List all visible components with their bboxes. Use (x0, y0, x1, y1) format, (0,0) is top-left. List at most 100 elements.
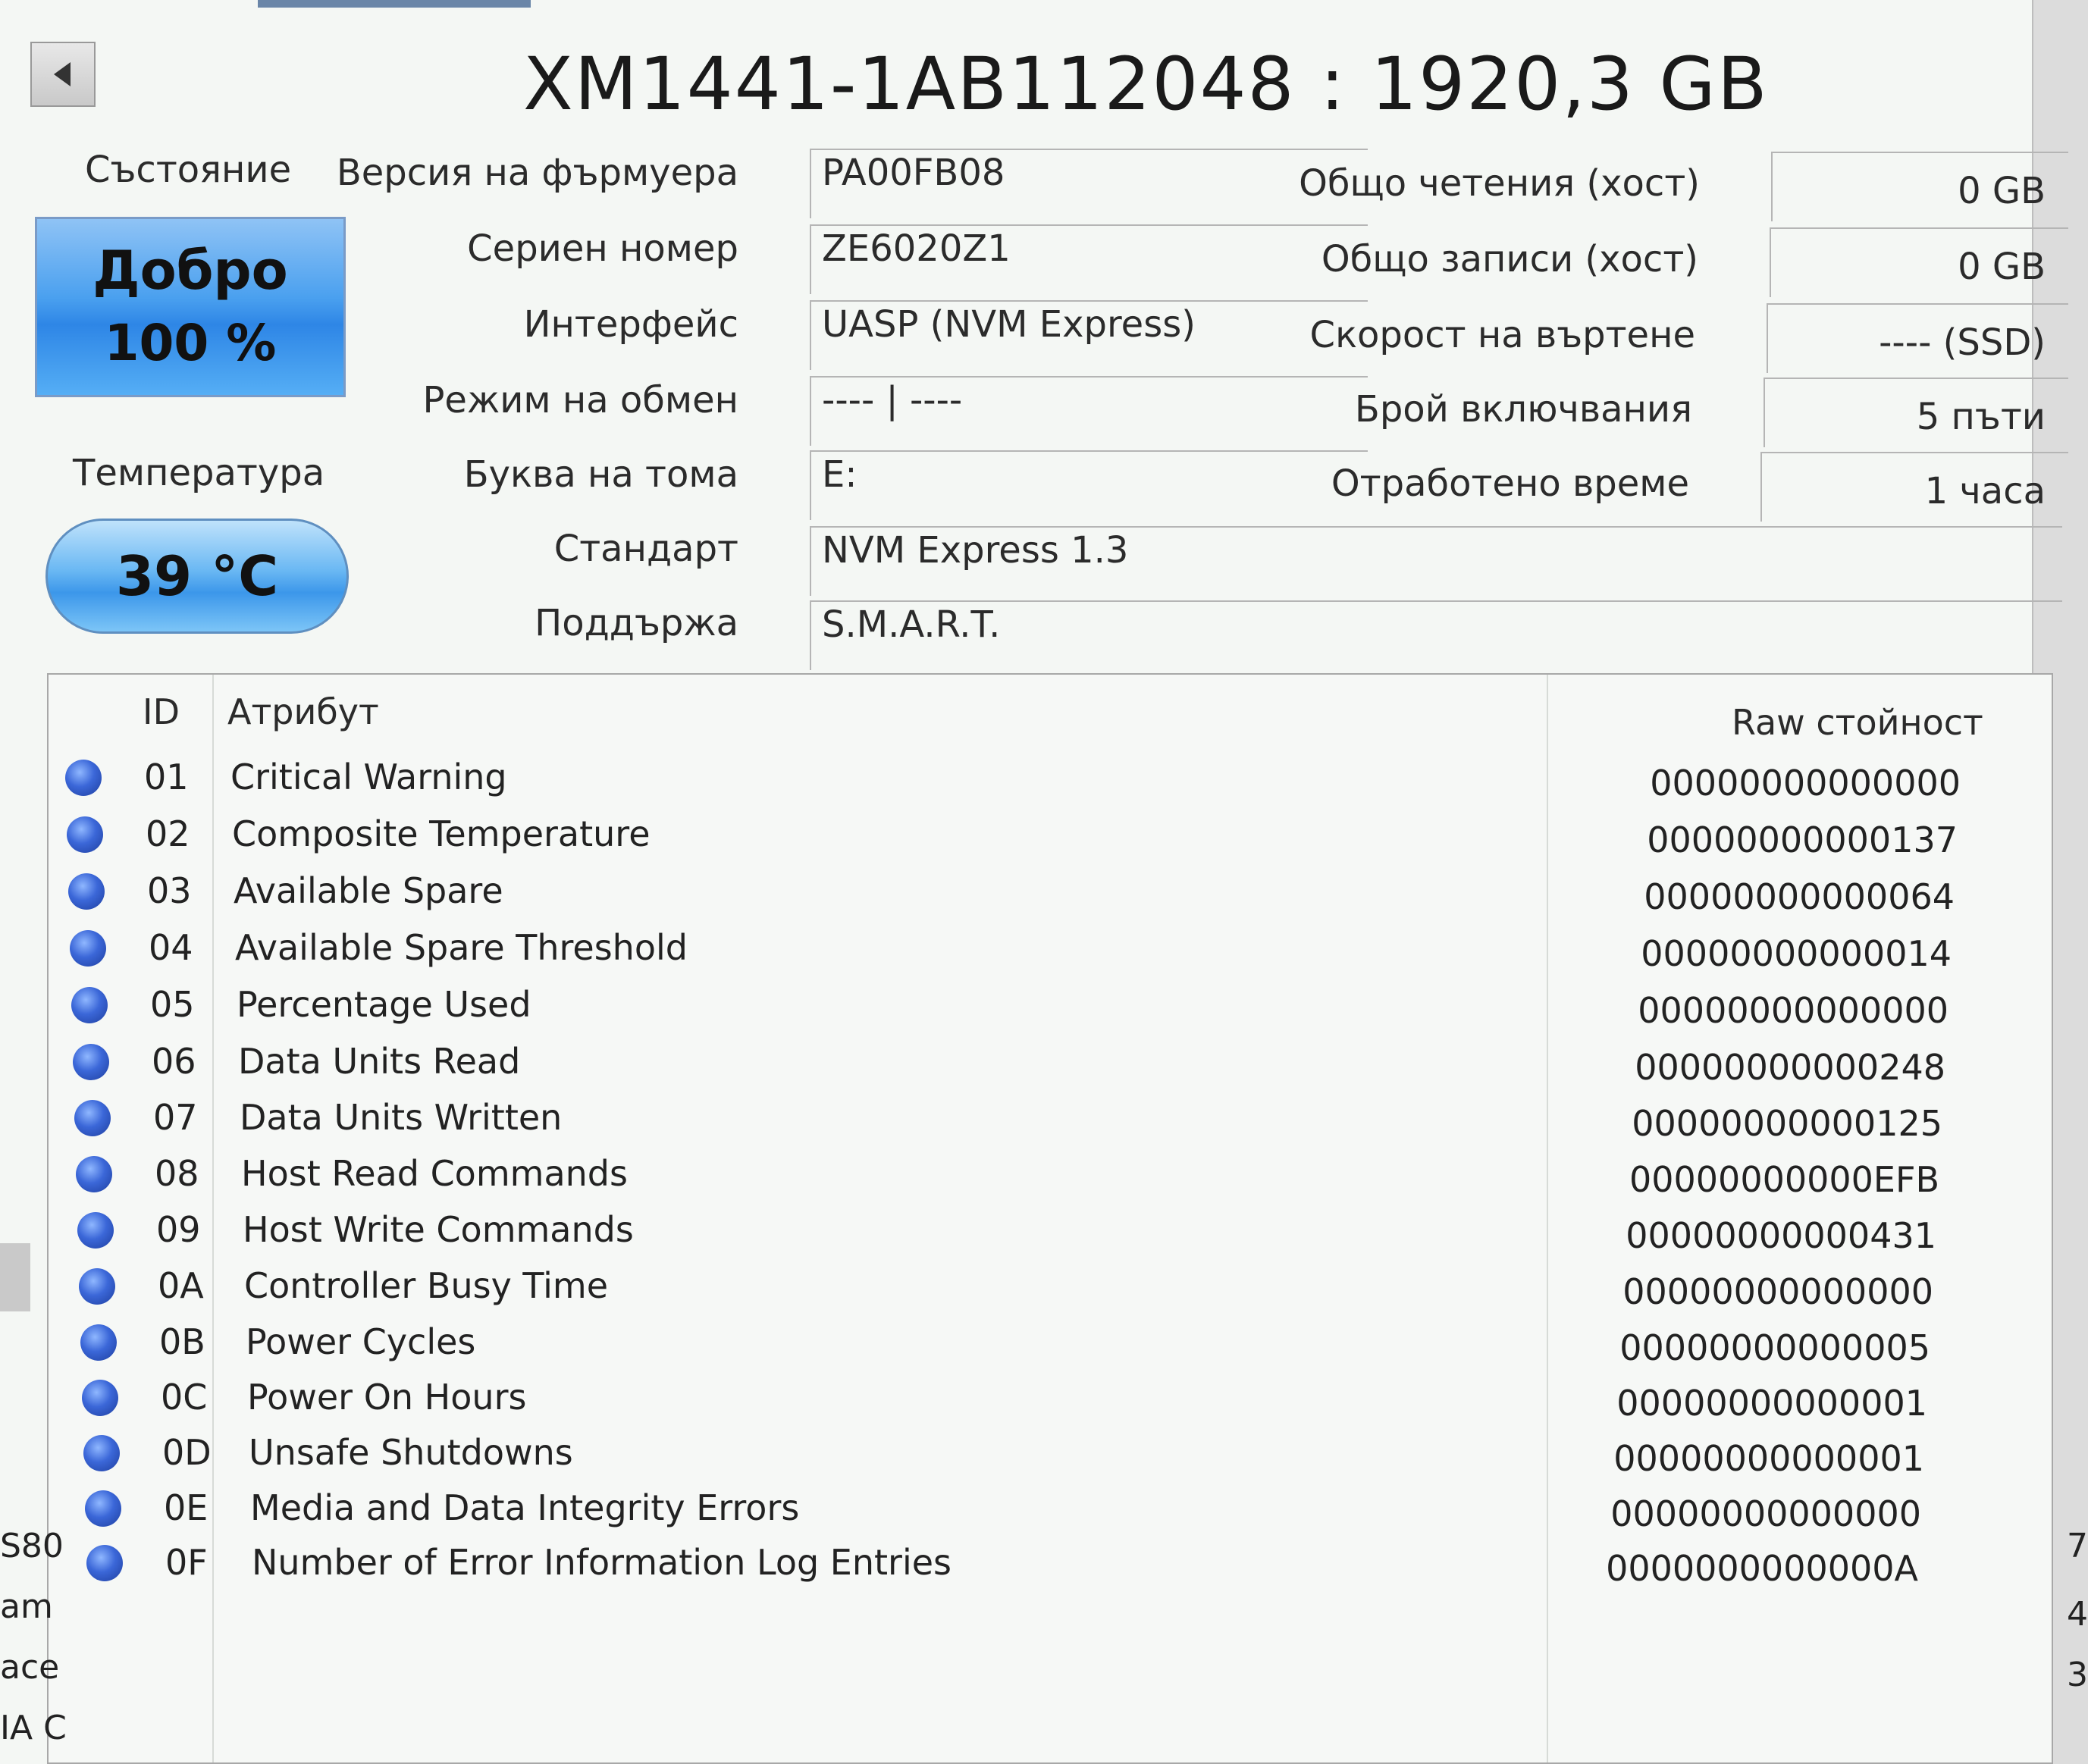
table-row[interactable]: 05 Percentage Used 00000000000000 (49, 978, 2052, 1034)
status-dot-icon (82, 1380, 118, 1416)
row-attribute: Percentage Used (237, 984, 531, 1025)
status-dot-icon (80, 1324, 117, 1361)
status-dot-icon (86, 1545, 123, 1581)
table-row[interactable]: 0F Number of Error Information Log Entri… (49, 1536, 2052, 1592)
row-attribute: Host Read Commands (241, 1153, 628, 1194)
status-dot-icon (83, 1435, 120, 1471)
row-raw: 00000000000000 (1622, 1271, 1933, 1312)
row-raw: 00000000000125 (1632, 1103, 1942, 1144)
status-dot-icon (76, 1156, 112, 1192)
row-attribute: Composite Temperature (232, 813, 651, 854)
background-window-edge (0, 1243, 30, 1311)
standard-label: Стандарт (553, 528, 738, 570)
header-id[interactable]: ID (143, 691, 180, 732)
table-row[interactable]: 08 Host Read Commands 00000000000EFB (49, 1147, 2052, 1203)
interface-label: Интерфейс (523, 303, 738, 346)
host-writes-label: Общо записи (хост) (1321, 238, 1698, 280)
power-count-label: Брой включвания (1354, 388, 1692, 431)
status-dot-icon (79, 1268, 115, 1305)
row-attribute: Unsafe Shutdowns (249, 1432, 573, 1473)
table-row[interactable]: 02 Composite Temperature 00000000000137 (49, 807, 2052, 863)
status-dot-icon (68, 873, 105, 910)
row-raw: 00000000000064 (1644, 876, 1955, 917)
row-id: 03 (147, 870, 192, 911)
disk-title: XM1441-1AB112048 : 1920,3 GB (523, 42, 1769, 127)
host-writes-field: 0 GB (1770, 227, 2068, 297)
rotation-field: ---- (SSD) (1767, 303, 2068, 373)
table-row[interactable]: 0C Power On Hours 00000000000001 (49, 1371, 2052, 1427)
row-raw: 00000000000431 (1626, 1215, 1936, 1256)
row-raw: 00000000000137 (1647, 819, 1958, 860)
interface-field: UASP (NVM Express) (810, 300, 1368, 370)
row-id: 04 (149, 927, 193, 968)
features-label: Поддържа (535, 602, 738, 644)
table-row[interactable]: 0D Unsafe Shutdowns 00000000000001 (49, 1426, 2052, 1482)
row-attribute: Host Write Commands (243, 1209, 634, 1250)
back-button[interactable] (30, 42, 96, 107)
background-text: S80 (0, 1527, 64, 1565)
drive-letter-label: Буква на тома (463, 453, 738, 496)
row-id: 01 (144, 757, 189, 797)
header-raw[interactable]: Raw стойност (1732, 702, 1983, 743)
row-id: 06 (152, 1041, 196, 1082)
table-row[interactable]: 04 Available Spare Threshold 00000000000… (49, 921, 2052, 977)
row-raw: 00000000000000 (1638, 990, 1948, 1031)
row-raw: 00000000000EFB (1629, 1159, 1939, 1200)
disk-info-window: XM1441-1AB112048 : 1920,3 GB Състояние Д… (0, 0, 2068, 1764)
status-dot-icon (73, 1044, 109, 1080)
table-row[interactable]: 03 Available Spare 00000000000064 (49, 864, 2052, 920)
row-raw: 00000000000001 (1613, 1438, 1924, 1479)
status-dot-icon (71, 987, 108, 1023)
row-id: 0B (159, 1321, 205, 1362)
table-row[interactable]: 09 Host Write Commands 00000000000431 (49, 1203, 2052, 1259)
status-dot-icon (65, 760, 102, 796)
row-raw: 00000000000005 (1619, 1327, 1930, 1368)
header-attribute[interactable]: Атрибут (227, 691, 379, 732)
row-id: 07 (153, 1097, 198, 1138)
row-id: 0C (161, 1377, 208, 1418)
row-raw: 00000000000000 (1610, 1493, 1921, 1534)
row-attribute: Power Cycles (246, 1321, 476, 1362)
table-row[interactable]: 07 Data Units Written 00000000000125 (49, 1091, 2052, 1147)
status-dot-icon (70, 930, 106, 967)
power-count-field: 5 пъти (1764, 378, 2068, 447)
row-raw: 00000000000001 (1616, 1383, 1927, 1424)
background-text: 4 (2067, 1595, 2088, 1634)
features-field: S.M.A.R.T. (810, 600, 2062, 670)
row-id: 0A (158, 1265, 204, 1306)
row-attribute: Critical Warning (230, 757, 507, 797)
row-raw: 00000000000000 (1650, 763, 1961, 804)
health-status-box[interactable]: Добро 100 % (35, 217, 346, 397)
row-id: 02 (146, 813, 190, 854)
serial-label: Сериен номер (467, 227, 738, 270)
row-attribute: Media and Data Integrity Errors (250, 1487, 800, 1528)
status-dot-icon (77, 1212, 114, 1249)
status-dot-icon (74, 1100, 111, 1136)
back-arrow-icon (54, 62, 71, 86)
transfer-mode-field: ---- | ---- (810, 376, 1368, 446)
background-text: am (0, 1587, 53, 1626)
table-row[interactable]: 0B Power Cycles 00000000000005 (49, 1315, 2052, 1371)
drive-letter-field: E: (810, 450, 1368, 520)
status-label: Състояние (85, 149, 292, 191)
background-text: 3 (2067, 1656, 2088, 1694)
smart-table[interactable]: ID Атрибут Raw стойност 01 Critical Warn… (47, 673, 2053, 1764)
table-row[interactable]: 0A Controller Busy Time 00000000000000 (49, 1259, 2052, 1315)
row-id: 09 (156, 1209, 201, 1250)
row-raw: 00000000000014 (1641, 933, 1952, 974)
table-row[interactable]: 06 Data Units Read 00000000000248 (49, 1035, 2052, 1091)
row-attribute: Data Units Written (240, 1097, 563, 1138)
rotation-label: Скорост на въртене (1309, 314, 1695, 356)
health-percent: 100 % (104, 314, 277, 372)
row-attribute: Number of Error Information Log Entries (252, 1542, 952, 1583)
table-row[interactable]: 01 Critical Warning 00000000000000 (49, 750, 2052, 807)
transfer-mode-label: Режим на обмен (422, 379, 738, 421)
host-reads-field: 0 GB (1771, 152, 2068, 221)
table-row[interactable]: 0E Media and Data Integrity Errors 00000… (49, 1481, 2052, 1537)
status-dot-icon (85, 1490, 121, 1527)
temperature-label: Температура (73, 452, 325, 494)
serial-field: ZE6020Z1 (810, 224, 1368, 294)
power-hours-field: 1 часа (1760, 452, 2068, 522)
temperature-value[interactable]: 39 °C (45, 519, 349, 634)
row-raw: 00000000000248 (1635, 1047, 1945, 1088)
